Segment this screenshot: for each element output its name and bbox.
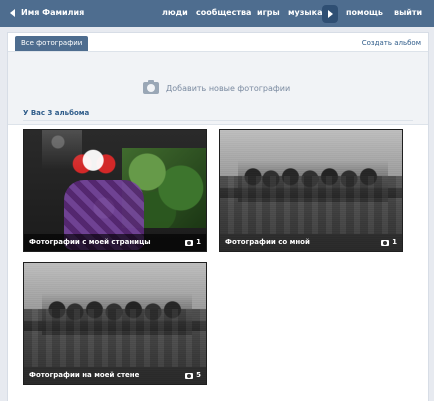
top-navigation-bar: Имя Фамилия люди сообщества игры музыка … [0, 0, 434, 27]
nav-people[interactable]: люди [162, 8, 188, 17]
album-title: Фотографии со мной [225, 238, 310, 246]
upload-label: Добавить новые фотографии [166, 83, 291, 93]
nav-music[interactable]: музыка [288, 8, 322, 17]
album-caption: Фотографии на моей стене 5 [24, 367, 206, 384]
nav-games[interactable]: игры [257, 8, 280, 17]
nav-next-button[interactable] [322, 5, 338, 23]
album-photo-count: 1 [185, 234, 201, 251]
tab-all-photos[interactable]: Все фотографии [15, 36, 89, 51]
album-photo-count: 1 [381, 234, 397, 251]
album-count-value: 1 [392, 238, 397, 246]
cover-decoration [220, 130, 402, 251]
divider [23, 120, 413, 121]
album-tile[interactable]: Фотографии с моей страницы 1 [23, 129, 207, 252]
album-caption: Фотографии со мной 1 [220, 234, 402, 251]
album-cover [220, 130, 402, 251]
album-count-value: 1 [196, 238, 201, 246]
cover-decoration [42, 130, 82, 170]
album-cover [24, 263, 206, 384]
album-tile[interactable]: Фотографии на моей стене 5 [23, 262, 207, 385]
albums-count-title: У Вас 3 альбома [23, 109, 90, 117]
create-album-link[interactable]: Создать альбом [362, 39, 421, 47]
cover-decoration [24, 263, 206, 384]
camera-icon [381, 239, 390, 246]
camera-icon [185, 372, 194, 379]
nav-help[interactable]: помощь [346, 8, 383, 17]
album-title: Фотографии с моей страницы [29, 238, 151, 246]
album-title: Фотографии на моей стене [29, 371, 140, 379]
album-tile[interactable]: Фотографии со мной 1 [219, 129, 403, 252]
nav-communities[interactable]: сообщества [196, 8, 251, 17]
album-count-value: 5 [196, 371, 201, 379]
chevron-right-icon [327, 10, 333, 18]
main-nav: люди сообщества игры музыка помощь выйти [0, 5, 434, 23]
album-photo-count: 5 [185, 367, 201, 384]
album-cover [24, 130, 206, 251]
camera-icon [143, 80, 159, 94]
photos-panel: Все фотографии Создать альбом Добавить н… [7, 32, 429, 401]
camera-icon [185, 239, 194, 246]
album-caption: Фотографии с моей страницы 1 [24, 234, 206, 251]
nav-logout[interactable]: выйти [394, 8, 422, 17]
photos-tabs: Все фотографии Создать альбом [8, 33, 428, 52]
upload-prompt[interactable]: Добавить новые фотографии [143, 80, 291, 94]
